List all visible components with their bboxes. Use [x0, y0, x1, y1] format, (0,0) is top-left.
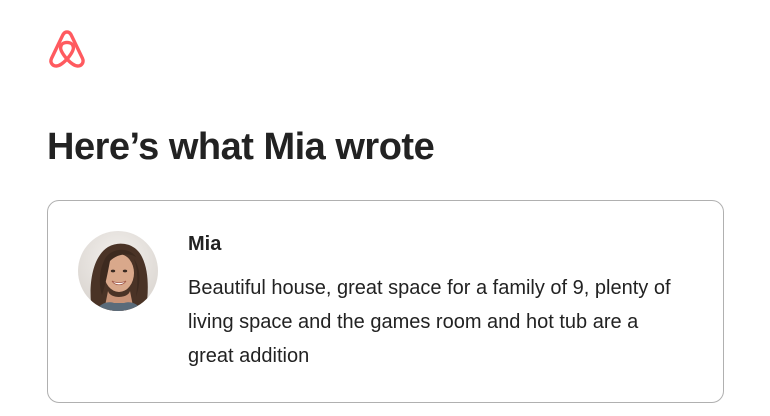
review-card: Mia Beautiful house, great space for a f… — [47, 200, 724, 403]
review-text: Beautiful house, great space for a famil… — [188, 277, 671, 367]
airbnb-logo-icon[interactable] — [46, 26, 88, 68]
reviewer-name: Mia — [188, 233, 222, 255]
page-title: Here’s what Mia wrote — [47, 126, 435, 168]
reviewer-avatar — [78, 231, 158, 311]
